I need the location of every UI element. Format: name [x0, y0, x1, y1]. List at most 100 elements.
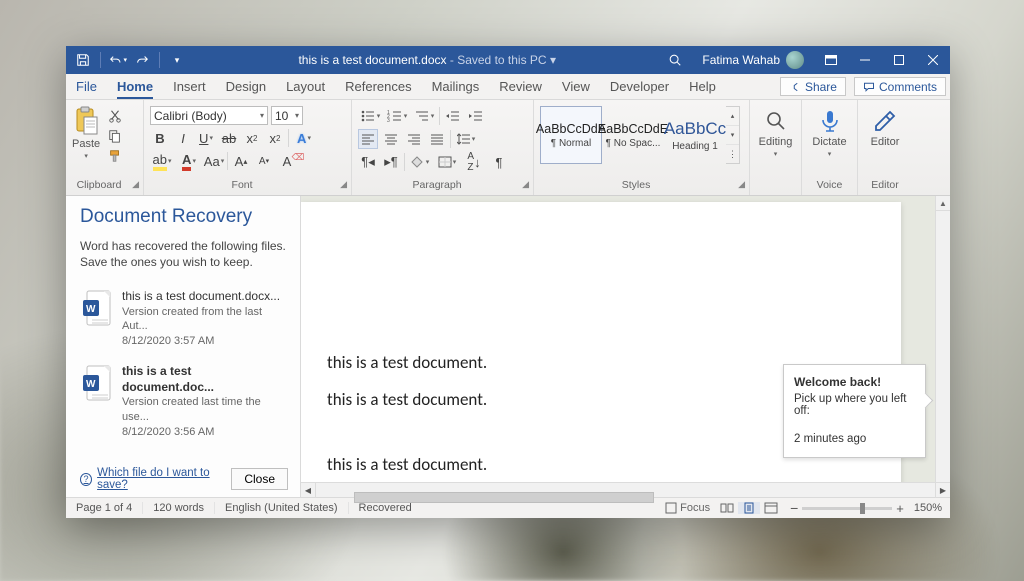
tab-view[interactable]: View — [552, 74, 600, 99]
scroll-left-icon[interactable]: ◀ — [301, 483, 316, 498]
status-words[interactable]: 120 words — [143, 502, 215, 514]
align-center-button[interactable] — [381, 129, 401, 149]
read-mode-icon[interactable] — [716, 502, 738, 514]
copy-icon[interactable] — [106, 128, 124, 144]
paste-label[interactable]: Paste — [72, 138, 100, 150]
tab-references[interactable]: References — [335, 74, 421, 99]
recovery-message: Word has recovered the following files. … — [80, 238, 288, 270]
zoom-in-button[interactable]: + — [896, 501, 904, 516]
italic-button[interactable]: I — [173, 128, 193, 148]
resume-reading-callout[interactable]: Welcome back! Pick up where you left off… — [783, 364, 926, 458]
text-effects-button[interactable]: A▾ — [292, 128, 316, 148]
account-button[interactable]: Fatima Wahab — [702, 51, 804, 69]
change-case-button[interactable]: Aa▾ — [204, 151, 224, 171]
tab-mailings[interactable]: Mailings — [422, 74, 490, 99]
align-right-button[interactable] — [404, 129, 424, 149]
ltr-button[interactable]: ¶◂ — [358, 152, 378, 172]
maximize-button[interactable] — [882, 46, 916, 74]
web-layout-icon[interactable] — [760, 502, 782, 514]
close-button[interactable] — [916, 46, 950, 74]
save-icon[interactable] — [74, 51, 92, 69]
zoom-out-button[interactable]: − — [790, 500, 798, 516]
underline-button[interactable]: U▾ — [196, 128, 216, 148]
line-spacing-button[interactable]: ▾ — [454, 129, 478, 149]
scroll-thumb[interactable] — [354, 492, 654, 503]
align-left-button[interactable] — [358, 129, 378, 149]
recovery-help-link[interactable]: ? Which file do I want to save? — [80, 467, 231, 491]
strike-button[interactable]: ab — [219, 128, 239, 148]
minimize-button[interactable] — [848, 46, 882, 74]
editor-button[interactable]: Editor — [864, 104, 906, 148]
multilevel-button[interactable]: ▾ — [412, 106, 436, 126]
grow-font-button[interactable]: A▴ — [231, 151, 251, 171]
zoom-level[interactable]: 150% — [914, 502, 942, 514]
document-scroll[interactable]: this is a test document. this is a test … — [301, 196, 950, 482]
paragraph-launcher-icon[interactable]: ◢ — [522, 179, 529, 190]
font-size-combo[interactable]: 10▾ — [271, 106, 303, 125]
status-page[interactable]: Page 1 of 4 — [66, 502, 143, 514]
clear-format-button[interactable]: A⌫ — [277, 151, 297, 171]
rtl-button[interactable]: ▸¶ — [381, 152, 401, 172]
justify-button[interactable] — [427, 129, 447, 149]
clipboard-launcher-icon[interactable]: ◢ — [132, 179, 139, 190]
superscript-button[interactable]: x2 — [265, 128, 285, 148]
style-heading1[interactable]: AaBbCc Heading 1 — [664, 106, 726, 164]
qat-customize-icon[interactable]: ▾ — [168, 51, 186, 69]
show-marks-button[interactable]: ¶ — [489, 152, 509, 172]
shading-button[interactable]: ▾ — [408, 152, 432, 172]
tab-developer[interactable]: Developer — [600, 74, 679, 99]
bullets-button[interactable]: ▾ — [358, 106, 382, 126]
scroll-right-icon[interactable]: ▶ — [935, 483, 950, 498]
style-no-spacing[interactable]: AaBbCcDdE ¶ No Spac... — [602, 106, 664, 164]
callout-title: Welcome back! — [794, 375, 915, 389]
tab-file[interactable]: File — [66, 74, 107, 99]
group-font: Calibri (Body)▾ 10▾ B I U▾ ab x2 x2 A▾ a… — [144, 100, 352, 195]
dictate-button[interactable]: Dictate▾ — [808, 104, 851, 158]
shrink-font-button[interactable]: A▾ — [254, 151, 274, 171]
dec-indent-button[interactable] — [443, 106, 463, 126]
subscript-button[interactable]: x2 — [242, 128, 262, 148]
font-launcher-icon[interactable]: ◢ — [340, 179, 347, 190]
format-painter-icon[interactable] — [106, 148, 124, 164]
user-name: Fatima Wahab — [702, 53, 780, 67]
tab-review[interactable]: Review — [489, 74, 552, 99]
tab-layout[interactable]: Layout — [276, 74, 335, 99]
tab-home[interactable]: Home — [107, 74, 163, 99]
editing-button[interactable]: Editing▾ — [756, 104, 795, 158]
inc-indent-button[interactable] — [466, 106, 486, 126]
share-button[interactable]: Share — [780, 77, 846, 96]
borders-button[interactable]: ▾ — [435, 152, 459, 172]
vertical-scrollbar[interactable]: ▲ — [935, 196, 950, 482]
styles-gallery-more[interactable]: ▴▾⋮ — [726, 106, 740, 164]
bold-button[interactable]: B — [150, 128, 170, 148]
recovery-item[interactable]: W this is a test document.docx... Versio… — [80, 286, 288, 351]
recovery-item[interactable]: W this is a test document.doc... Version… — [80, 361, 288, 442]
focus-mode-button[interactable]: Focus — [659, 502, 716, 514]
avatar — [786, 51, 804, 69]
tab-help[interactable]: Help — [679, 74, 726, 99]
redo-icon[interactable] — [133, 51, 151, 69]
title-bar: ▾ ▾ this is a test document.docx - Saved… — [66, 46, 950, 74]
cut-icon[interactable] — [106, 108, 124, 124]
tab-design[interactable]: Design — [216, 74, 276, 99]
sort-button[interactable]: AZ↓ — [462, 152, 486, 172]
horizontal-scrollbar[interactable]: ◀ ▶ — [301, 482, 950, 497]
group-styles: AaBbCcDdE ¶ Normal AaBbCcDdE ¶ No Spac..… — [534, 100, 750, 195]
zoom-slider[interactable] — [802, 507, 892, 510]
styles-launcher-icon[interactable]: ◢ — [738, 179, 745, 190]
search-icon[interactable] — [668, 53, 688, 67]
comments-button[interactable]: Comments — [854, 77, 946, 96]
numbering-button[interactable]: 123▾ — [385, 106, 409, 126]
scroll-up-icon[interactable]: ▲ — [936, 196, 950, 211]
font-name-combo[interactable]: Calibri (Body)▾ — [150, 106, 268, 125]
style-normal[interactable]: AaBbCcDdE ¶ Normal — [540, 106, 602, 164]
ribbon-display-icon[interactable] — [814, 46, 848, 74]
recovery-close-button[interactable]: Close — [231, 468, 288, 490]
font-color-button[interactable]: A▾ — [177, 151, 201, 171]
print-layout-icon[interactable] — [738, 502, 760, 514]
highlight-button[interactable]: ab▾ — [150, 151, 174, 171]
tab-insert[interactable]: Insert — [163, 74, 216, 99]
paste-icon[interactable] — [72, 106, 100, 136]
undo-icon[interactable]: ▾ — [109, 51, 127, 69]
status-language[interactable]: English (United States) — [215, 502, 349, 514]
